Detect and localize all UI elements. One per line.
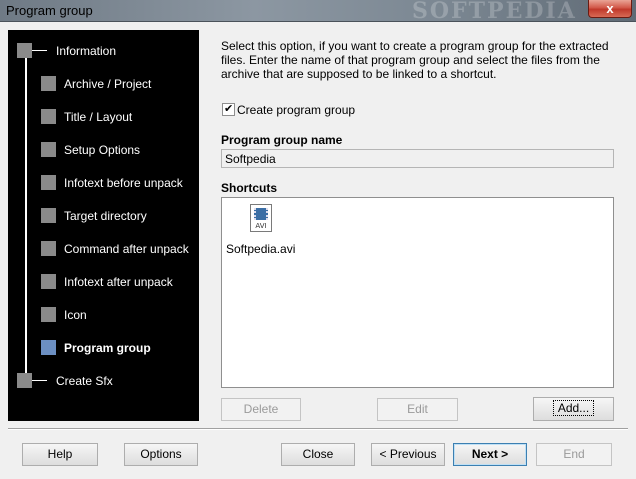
end-button[interactable]: End xyxy=(536,443,612,466)
sidebar-item-label: Icon xyxy=(64,308,87,322)
title-bar: Program group SOFTPEDIA x xyxy=(0,0,636,24)
shortcut-name: Softpedia.avi xyxy=(226,242,296,256)
window-title: Program group xyxy=(6,3,93,18)
step-marker-icon xyxy=(41,274,56,289)
step-marker-icon xyxy=(41,109,56,124)
sidebar-item-infotext-before-unpack[interactable]: Infotext before unpack xyxy=(8,167,199,200)
options-button[interactable]: Options xyxy=(124,443,198,466)
checkbox-label: Create program group xyxy=(237,103,356,117)
add-button[interactable]: Add... xyxy=(533,397,614,421)
next-button[interactable]: Next > xyxy=(453,443,527,466)
help-button[interactable]: Help xyxy=(22,443,98,466)
sidebar-item-target-directory[interactable]: Target directory xyxy=(8,200,199,233)
softpedia-watermark: SOFTPEDIA xyxy=(412,0,577,24)
wizard-steps-sidebar: Information Archive / Project Title / La… xyxy=(8,30,199,421)
film-strip-icon xyxy=(254,208,268,220)
sidebar-item-setup-options[interactable]: Setup Options xyxy=(8,134,199,167)
sidebar-item-icon[interactable]: Icon xyxy=(8,299,199,332)
sidebar-item-infotext-after-unpack[interactable]: Infotext after unpack xyxy=(8,266,199,299)
step-marker-icon xyxy=(41,241,56,256)
sidebar-item-label: Setup Options xyxy=(64,143,141,157)
step-marker-icon xyxy=(41,76,56,91)
group-name-field[interactable]: Softpedia xyxy=(221,149,614,168)
sidebar-item-label: Infotext after unpack xyxy=(64,275,173,289)
edit-button[interactable]: Edit xyxy=(377,398,458,421)
checkbox-box[interactable]: ✔ xyxy=(222,103,235,116)
sidebar-item-program-group[interactable]: Program group xyxy=(8,332,199,365)
sidebar-item-label: Archive / Project xyxy=(64,77,152,91)
sidebar-item-label: Title / Layout xyxy=(64,110,133,124)
sidebar-item-label: Target directory xyxy=(64,209,147,223)
group-name-label: Program group name xyxy=(221,133,343,147)
close-icon: x xyxy=(606,1,614,16)
footer-separator xyxy=(8,428,628,430)
delete-button[interactable]: Delete xyxy=(221,398,301,421)
add-button-label: Add... xyxy=(552,400,595,416)
previous-button[interactable]: < Previous xyxy=(371,443,445,466)
step-marker-icon xyxy=(17,373,32,388)
close-window-button[interactable]: x xyxy=(588,0,632,18)
sidebar-item-label: Information xyxy=(56,44,117,58)
step-marker-icon xyxy=(41,208,56,223)
sidebar-item-label: Create Sfx xyxy=(56,374,113,388)
page-description: Select this option, if you want to creat… xyxy=(221,39,609,81)
sidebar-item-label: Infotext before unpack xyxy=(64,176,183,190)
sidebar-item-label: Command after unpack xyxy=(64,242,189,256)
sidebar-item-command-after-unpack[interactable]: Command after unpack xyxy=(8,233,199,266)
checkmark-icon: ✔ xyxy=(224,103,234,115)
step-marker-icon xyxy=(41,340,56,355)
sidebar-item-information[interactable]: Information xyxy=(8,35,199,68)
step-marker-icon xyxy=(17,43,32,58)
sidebar-item-title-layout[interactable]: Title / Layout xyxy=(8,101,199,134)
close-button[interactable]: Close xyxy=(281,443,355,466)
shortcuts-list[interactable]: AVI Softpedia.avi xyxy=(221,197,614,388)
sidebar-item-archive-project[interactable]: Archive / Project xyxy=(8,68,199,101)
file-type-label: AVI xyxy=(255,222,267,230)
step-marker-icon xyxy=(41,175,56,190)
step-marker-icon xyxy=(41,142,56,157)
avi-file-icon: AVI xyxy=(250,204,272,232)
shortcut-item[interactable]: AVI Softpedia.avi xyxy=(226,204,295,256)
step-marker-icon xyxy=(41,307,56,322)
sidebar-item-label: Program group xyxy=(64,341,151,355)
sidebar-item-create-sfx[interactable]: Create Sfx xyxy=(8,365,199,398)
shortcuts-label: Shortcuts xyxy=(221,181,278,195)
